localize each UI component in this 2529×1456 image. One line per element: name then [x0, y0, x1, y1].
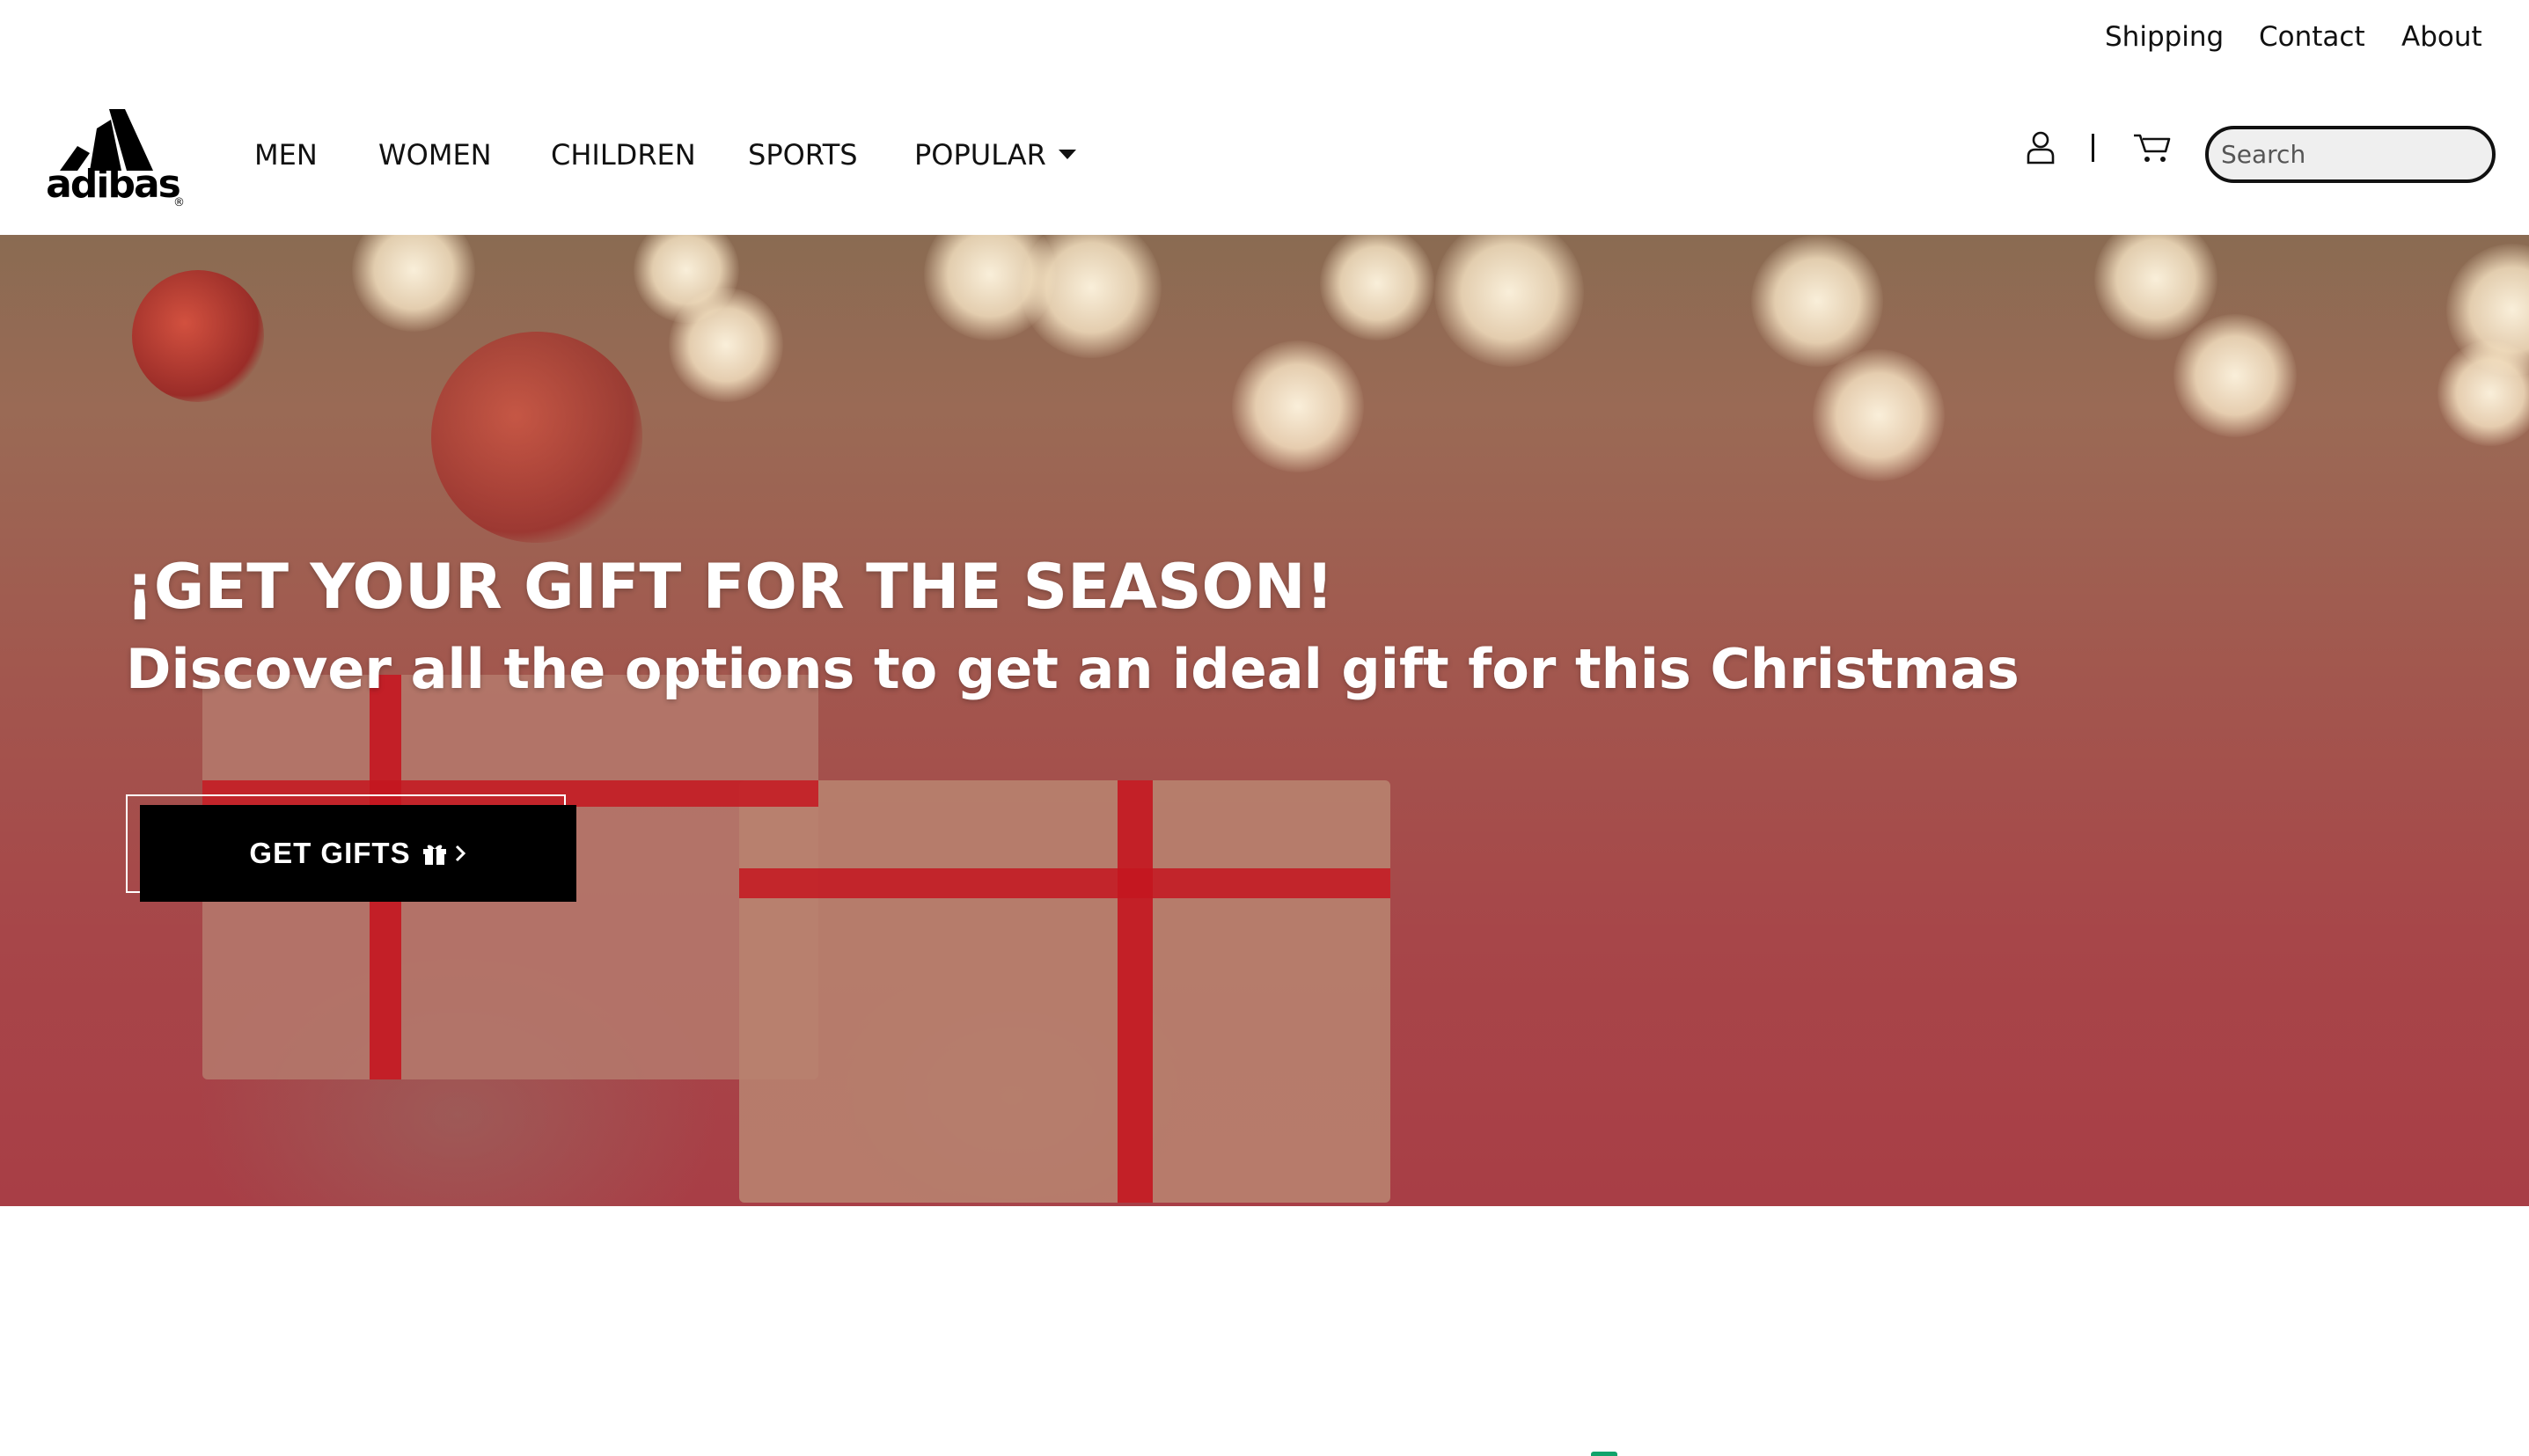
- shipping-link[interactable]: Shipping: [2105, 19, 2224, 55]
- nav-item-sports[interactable]: SPORTS: [748, 137, 858, 172]
- cart-icon[interactable]: [2132, 130, 2171, 165]
- partial-accent-shape: [1591, 1452, 1617, 1456]
- hero-subtitle: Discover all the options to get an ideal…: [126, 637, 2020, 701]
- hero-banner: ¡GET YOUR GIFT FOR THE SEASON! Discover …: [0, 235, 2529, 1206]
- get-gifts-button[interactable]: GET GIFTS: [140, 805, 576, 902]
- nav-item-popular-label: POPULAR: [914, 138, 1046, 172]
- nav-item-women[interactable]: WOMEN: [378, 137, 492, 172]
- contact-link[interactable]: Contact: [2259, 19, 2365, 55]
- brand-logo[interactable]: adibas ®: [44, 109, 185, 209]
- about-link[interactable]: About: [2401, 19, 2482, 55]
- utility-bar: Shipping Contact About: [0, 0, 2529, 74]
- nav-item-popular-dropdown[interactable]: POPULAR: [914, 137, 1076, 172]
- gift-icon: [422, 845, 446, 865]
- user-icon[interactable]: [2026, 130, 2056, 165]
- hero-title: ¡GET YOUR GIFT FOR THE SEASON!: [126, 551, 1334, 623]
- caret-down-icon: [1058, 149, 1076, 159]
- get-gifts-label: GET GIFTS: [249, 837, 411, 869]
- search-input[interactable]: [2205, 126, 2496, 183]
- nav-item-children[interactable]: CHILDREN: [551, 137, 696, 172]
- header-separator: [2092, 134, 2094, 162]
- main-header: adibas ® MEN WOMEN CHILDREN SPORTS POPUL…: [0, 74, 2529, 235]
- nav-item-men[interactable]: MEN: [254, 137, 318, 172]
- chevron-right-icon: [455, 845, 465, 862]
- registered-mark: ®: [173, 196, 185, 209]
- logo-wordmark: adibas: [46, 162, 181, 207]
